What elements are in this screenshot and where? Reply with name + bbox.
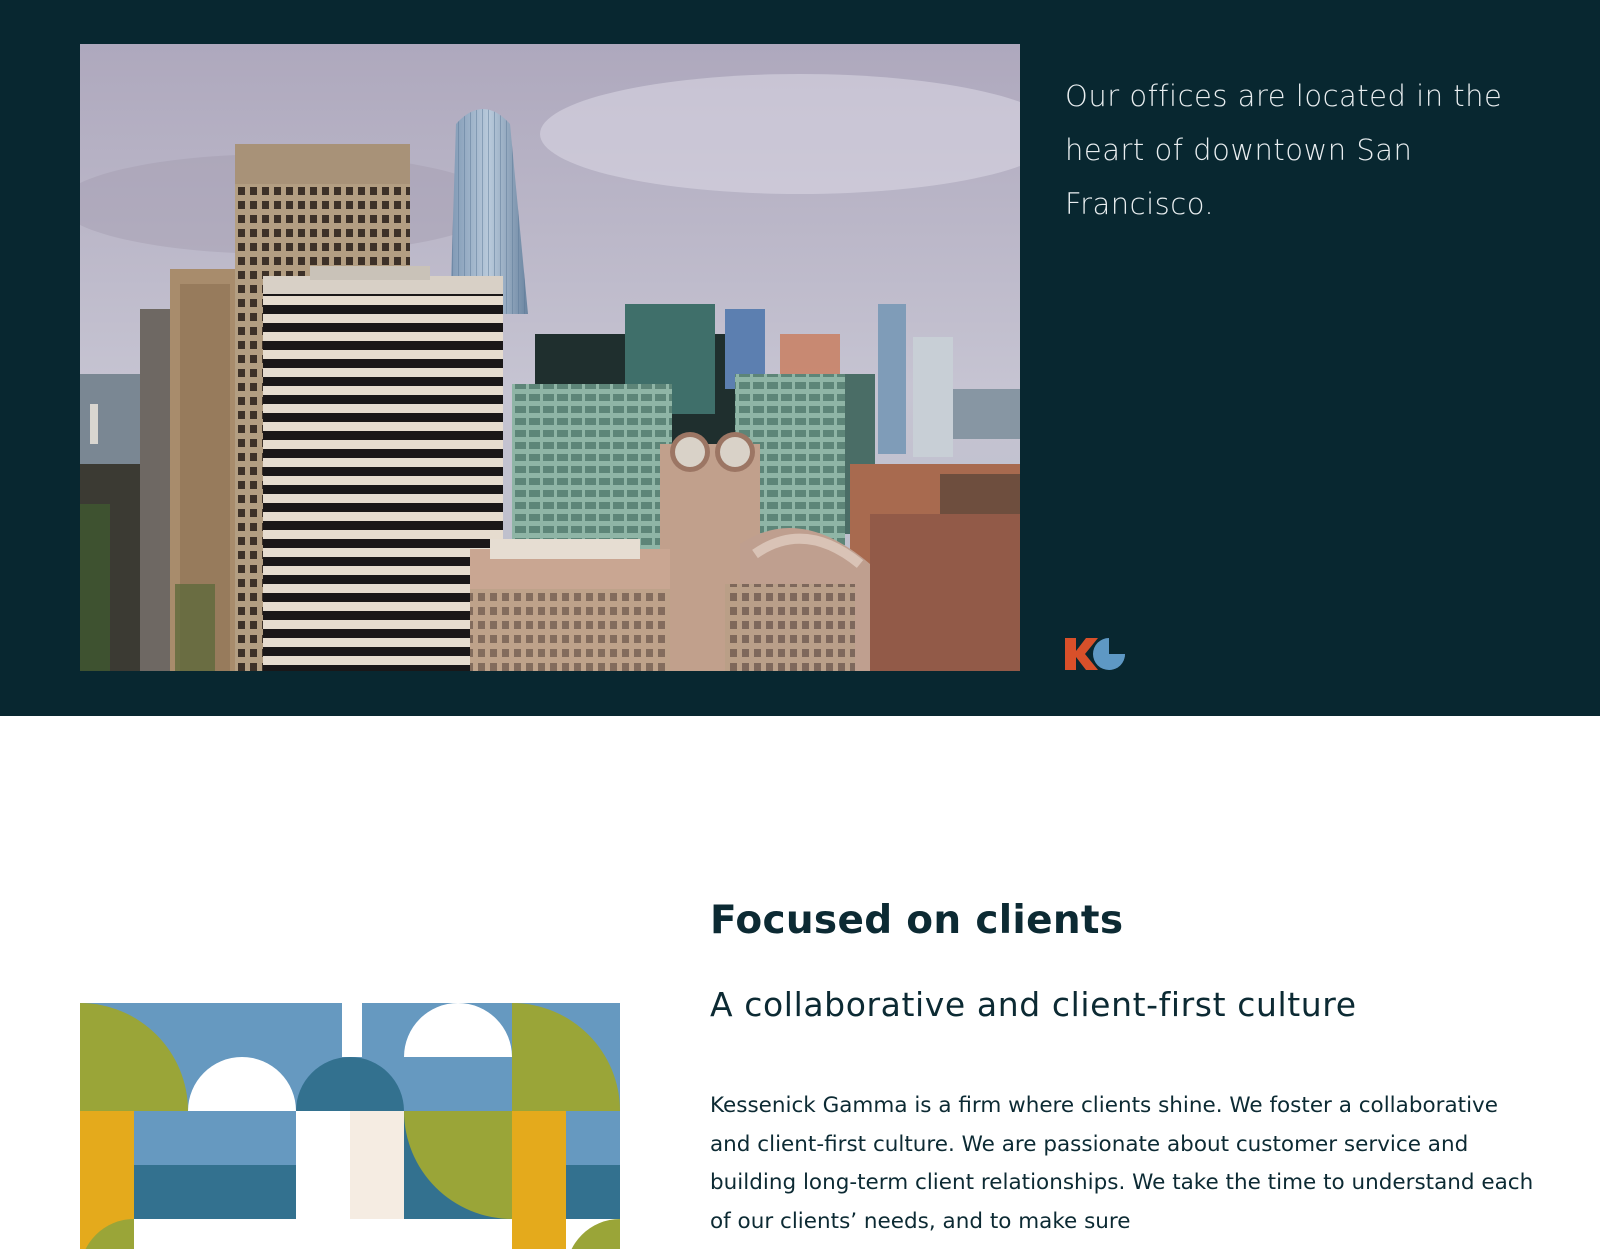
hero-section: Our offices are located in the heart of …	[0, 0, 1600, 716]
kg-logo	[1065, 637, 1127, 671]
city-skyline-photo	[80, 44, 1020, 671]
section-body-text: Kessenick Gamma is a firm where clients …	[710, 1093, 1534, 1234]
section-heading: Focused on clients	[710, 898, 1124, 943]
hero-caption: Our offices are located in the heart of …	[1065, 79, 1503, 221]
section-subheading: A collaborative and client-first culture	[710, 985, 1357, 1024]
geometric-illustration	[80, 1003, 620, 1249]
